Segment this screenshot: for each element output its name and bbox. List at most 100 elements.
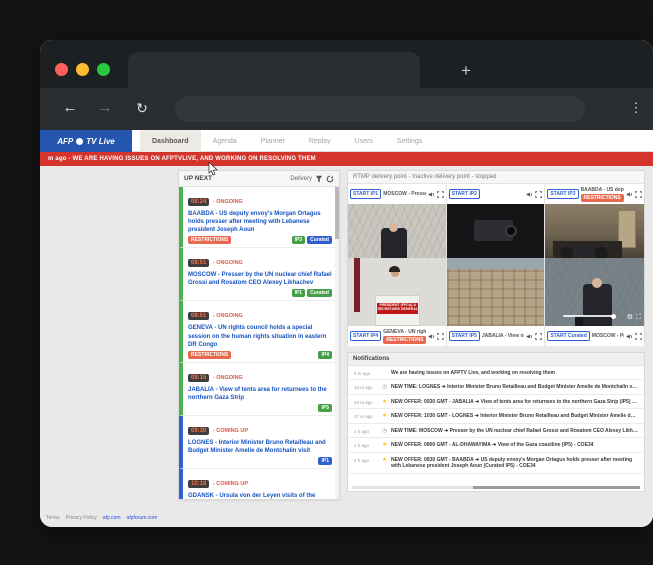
video-thumbnail-aerial-city[interactable]: [447, 258, 545, 326]
delivery-filter-label[interactable]: Delivery: [290, 176, 312, 182]
progress-knob[interactable]: [611, 314, 616, 319]
afp-tv-live-logo[interactable]: AFP TV Live: [40, 130, 132, 152]
video-row-bottom: PRESIDENT (FPCA) & SECRETAIRE GENERAL ⚙⛶: [348, 258, 644, 326]
start-delivery-button[interactable]: START IP3: [547, 189, 578, 199]
refresh-icon[interactable]: [326, 175, 334, 183]
up-next-item[interactable]: 08:24 - ONGOINGBAABDA - US deputy envoy'…: [179, 187, 339, 248]
up-next-scrollbar[interactable]: [335, 187, 339, 499]
volume-icon[interactable]: [428, 333, 435, 340]
event-status-label: - COMING UP: [211, 428, 248, 434]
event-status-label: - ONGOING: [211, 313, 242, 319]
notification-row[interactable]: 1 h ago◷NEW TIME: MOSCOW ➜ Presser by th…: [348, 424, 644, 439]
video-tile: ⚙⛶: [545, 258, 644, 326]
notification-row[interactable]: 2 h ago★NEW OFFER: 0830 GMT - BAABDA ➜ U…: [348, 453, 644, 474]
volume-icon[interactable]: [428, 191, 435, 198]
notification-row[interactable]: 8 m agoWe are having issues on AFPTV Liv…: [348, 366, 644, 380]
notification-row[interactable]: 27 m ago★NEW OFFER: 1030 GMT - LOGNES ➜ …: [348, 409, 644, 424]
nav-item-replay[interactable]: Replay: [297, 130, 343, 152]
volume-icon[interactable]: [626, 333, 633, 340]
window-close-button[interactable]: [55, 63, 68, 76]
expand-icon[interactable]: ⛶: [636, 314, 641, 321]
notification-time: 1 h ago: [354, 428, 378, 434]
notification-row[interactable]: 16 m ago◷NEW TIME: LOGNES ➜ Interior Min…: [348, 380, 644, 395]
video-thumbnail-hallway-press[interactable]: [545, 204, 644, 258]
start-delivery-button[interactable]: START Curated: [547, 331, 590, 341]
video-tile-title: JABALIA - View of tents ...: [482, 333, 524, 339]
reload-icon[interactable]: ↻: [132, 98, 152, 118]
star-icon: ★: [381, 442, 388, 449]
notification-row[interactable]: 24 m ago★NEW OFFER: 0930 GMT - JABALIA ➜…: [348, 395, 644, 410]
event-title: JABALIA - View of tents area for returne…: [188, 386, 334, 402]
video-tile-label: MOSCOW - Press...: [592, 333, 624, 339]
notifications-list: 8 m agoWe are having issues on AFPTV Liv…: [348, 366, 644, 474]
back-icon[interactable]: ←: [60, 98, 80, 118]
video-tile-title: MOSCOW - Presser by t...: [383, 191, 425, 197]
app-navbar: AFP TV Live DashboardAgendaPlannerReplay…: [40, 130, 653, 152]
notification-time: 1 h ago: [354, 442, 378, 448]
event-status-label: - ONGOING: [211, 199, 242, 205]
notification-row[interactable]: 1 h ago★NEW OFFER: 0800 GMT - AL-DHAWAYI…: [348, 438, 644, 453]
window-zoom-button[interactable]: [97, 63, 110, 76]
brand-tvlive: TV Live: [86, 137, 114, 146]
delivery-point-badge: IP1: [318, 457, 332, 465]
gear-icon[interactable]: ⚙: [627, 314, 633, 321]
address-bar[interactable]: [175, 96, 585, 122]
volume-icon[interactable]: [526, 191, 533, 198]
fullscreen-icon[interactable]: [535, 191, 542, 198]
fullscreen-icon[interactable]: [535, 333, 542, 340]
up-next-item[interactable]: 08:51 - ONGOINGGENEVA - UN rights counci…: [179, 301, 339, 362]
window-minimize-button[interactable]: [76, 63, 89, 76]
desktop-background: + ← → ↻ ⋮ AFP TV Live DashboardAgendaPla…: [0, 0, 653, 565]
notifications-scrollbar[interactable]: [352, 486, 640, 489]
video-tile-controls: START IP1MOSCOW - Presser by t...: [348, 184, 447, 204]
footer-links: TermsPrivacy Policyafp.comafpforum.com: [46, 515, 157, 521]
browser-tab[interactable]: [128, 52, 420, 88]
video-row-top: [348, 204, 644, 258]
nav-item-users[interactable]: Users: [343, 130, 385, 152]
video-thumbnail-dark-camera[interactable]: [447, 204, 545, 258]
event-status-label: - ONGOING: [211, 375, 242, 381]
start-delivery-button[interactable]: START IP4: [350, 331, 381, 341]
event-time-chip: 08:51: [188, 312, 209, 320]
nav-item-planner[interactable]: Planner: [249, 130, 297, 152]
rtmp-delivery-panel: RTMP delivery point - Inactive delivery …: [347, 170, 645, 345]
video-thumbnail-podium-speaker[interactable]: PRESIDENT (FPCA) & SECRETAIRE GENERAL: [348, 258, 446, 326]
video-tile-controls: START IP2: [447, 184, 546, 204]
footer-link-terms: Terms: [46, 515, 60, 521]
video-thumbnail-mic-presser[interactable]: ⚙⛶: [545, 258, 644, 326]
up-next-item[interactable]: 09:15 - ONGOINGJABALIA - View of tents a…: [179, 363, 339, 416]
browser-toolbar: ← → ↻ ⋮: [40, 88, 653, 130]
footer-link-afpforum-com[interactable]: afpforum.com: [127, 515, 158, 521]
fullscreen-icon[interactable]: [635, 191, 642, 198]
nav-item-agenda[interactable]: Agenda: [201, 130, 249, 152]
up-next-item[interactable]: 10:18 - COMING UPGDANSK - Ursula von der…: [179, 469, 339, 499]
video-icons: [526, 191, 542, 198]
forward-icon[interactable]: →: [95, 98, 115, 118]
start-delivery-button[interactable]: START IP5: [449, 331, 480, 341]
up-next-item[interactable]: 08:51 - ONGOINGMOSCOW - Presser by the U…: [179, 248, 339, 301]
video-tile-controls: START IP3BAABDA - US deputy en...RESTRIC…: [545, 184, 644, 204]
nav-item-settings[interactable]: Settings: [385, 130, 434, 152]
nav-item-dashboard[interactable]: Dashboard: [140, 130, 201, 152]
fullscreen-icon[interactable]: [437, 191, 444, 198]
video-tile-label: JABALIA - View of tents ...: [482, 333, 524, 339]
filter-funnel-icon[interactable]: [315, 175, 323, 183]
volume-icon[interactable]: [526, 333, 533, 340]
video-thumbnail-presser-wall[interactable]: [348, 204, 446, 258]
volume-icon[interactable]: [626, 191, 633, 198]
up-next-item[interactable]: 09:30 - COMING UPLOGNES - Interior Minis…: [179, 416, 339, 469]
fullscreen-icon[interactable]: [635, 333, 642, 340]
new-tab-button[interactable]: +: [455, 60, 477, 82]
brand-afp: AFP: [57, 137, 73, 146]
playback-progress-bar[interactable]: [563, 315, 614, 317]
video-tile-label: GENEVA - UN rights cou...RESTRICTIONS: [383, 329, 425, 344]
browser-menu-icon[interactable]: ⋮: [626, 98, 646, 118]
start-delivery-button[interactable]: START IP1: [350, 189, 381, 199]
sky-strip: [447, 258, 545, 269]
browser-window: + ← → ↻ ⋮ AFP TV Live DashboardAgendaPla…: [40, 40, 653, 527]
footer-link-afp-com[interactable]: afp.com: [103, 515, 121, 521]
notification-text: NEW OFFER: 0930 GMT - JABALIA ➜ View of …: [391, 399, 638, 405]
fullscreen-icon[interactable]: [437, 333, 444, 340]
start-delivery-button[interactable]: START IP2: [449, 189, 480, 199]
restrictions-badge: RESTRICTIONS: [581, 194, 624, 202]
